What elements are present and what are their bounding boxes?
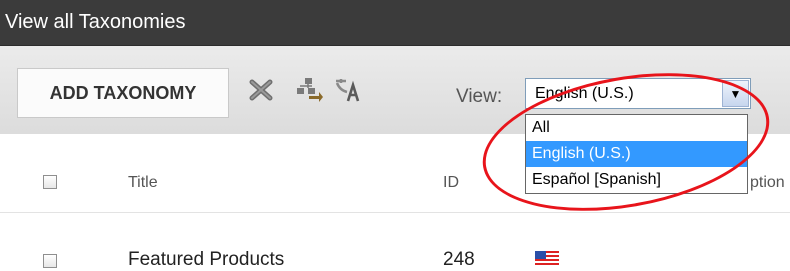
move-icon[interactable] (295, 77, 323, 103)
language-dropdown-list: All English (U.S.) Español [Spanish] (525, 114, 748, 194)
window-title-bar: View all Taxonomies (0, 0, 790, 46)
row-divider (0, 212, 790, 213)
column-header-id[interactable]: ID (443, 174, 459, 192)
chevron-down-icon[interactable]: ▼ (722, 80, 749, 107)
row-title[interactable]: Featured Products (128, 249, 284, 271)
dropdown-option-english[interactable]: English (U.S.) (526, 141, 747, 167)
delete-icon[interactable] (249, 79, 273, 101)
column-header-title[interactable]: Title (128, 174, 158, 192)
column-header-description[interactable]: ption (750, 174, 785, 192)
row-checkbox[interactable] (43, 254, 57, 268)
language-select[interactable]: English (U.S.) ▼ (525, 78, 751, 109)
view-label: View: (456, 86, 503, 107)
translate-icon[interactable] (334, 77, 362, 103)
add-taxonomy-button[interactable]: ADD TAXONOMY (17, 68, 229, 118)
us-flag-icon (535, 251, 559, 266)
page-title: View all Taxonomies (5, 11, 186, 33)
select-all-checkbox[interactable] (43, 175, 57, 189)
dropdown-option-all[interactable]: All (526, 115, 747, 141)
dropdown-option-spanish[interactable]: Español [Spanish] (526, 167, 747, 193)
language-select-value: English (U.S.) (535, 85, 634, 102)
row-id: 248 (443, 249, 475, 270)
